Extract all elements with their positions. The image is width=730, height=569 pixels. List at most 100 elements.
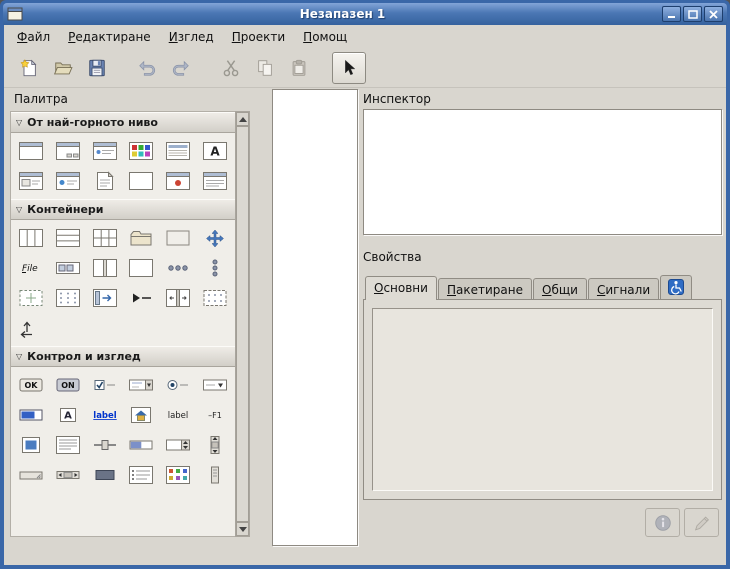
maximize-button[interactable] (683, 6, 702, 22)
palette-item-scrolled-window[interactable] (196, 223, 233, 253)
menu-edit[interactable]: Редактиране (59, 27, 160, 47)
palette-item-vseparator[interactable] (196, 460, 233, 490)
palette-item-image[interactable] (13, 430, 50, 460)
palette-item-progress-bar[interactable] (123, 430, 160, 460)
tab-general[interactable]: Основни (365, 276, 437, 300)
palette-item-accel-label[interactable]: A (50, 400, 87, 430)
palette-item-input-dialog[interactable] (13, 166, 50, 196)
palette-item-check-button[interactable] (86, 370, 123, 400)
palette-item-recent-chooser-dialog[interactable] (86, 166, 123, 196)
palette-item-frame[interactable] (160, 223, 197, 253)
palette-item-menu-bar[interactable]: File (13, 253, 50, 283)
palette-item-spin-button[interactable] (160, 430, 197, 460)
palette-item-message-dialog[interactable] (50, 166, 87, 196)
palette-item-vscrollbar[interactable] (196, 430, 233, 460)
palette-item-hscrollbar[interactable] (50, 460, 87, 490)
palette-item-handle-box[interactable] (86, 283, 123, 313)
palette-item-text-view[interactable] (50, 430, 87, 460)
palette-item-file-chooser-dialog[interactable] (160, 136, 197, 166)
palette-item-aspect-frame[interactable] (123, 253, 160, 283)
palette-item-window[interactable] (13, 136, 50, 166)
palette-item-offscreen-window[interactable] (160, 166, 197, 196)
palette-title: Палитра (14, 92, 68, 106)
inspector-view[interactable] (363, 109, 722, 235)
scrollbar-thumb[interactable] (236, 126, 249, 522)
app-window: Незапазен 1 ФайлРедактиранеИзгледПроекти… (0, 0, 730, 569)
palette-item-entry[interactable] (13, 400, 50, 430)
palette-item-icon-view[interactable] (50, 283, 87, 313)
open-button[interactable] (46, 52, 80, 84)
palette-item-table[interactable] (86, 223, 123, 253)
tab-accessibility[interactable] (660, 275, 692, 300)
palette-item-viewport[interactable] (13, 283, 50, 313)
palette-item-window-group[interactable] (196, 166, 233, 196)
palette-item-expander[interactable] (123, 283, 160, 313)
save-button[interactable] (80, 52, 114, 84)
palette-item-color-palette[interactable] (160, 460, 197, 490)
palette-item-fixed[interactable] (13, 313, 50, 343)
palette-item-color-selection-dialog[interactable] (123, 136, 160, 166)
window-menu-icon[interactable] (7, 6, 23, 22)
redo-button (164, 52, 198, 84)
hbox-icon (55, 228, 81, 248)
menu-help[interactable]: Помощ (294, 27, 356, 47)
new-button[interactable] (12, 52, 46, 84)
palette-item-vpaned[interactable] (160, 283, 197, 313)
palette-item-statusbar[interactable] (13, 460, 50, 490)
palette-item-menu-widget[interactable] (123, 460, 160, 490)
palette-item-label[interactable]: label (160, 400, 197, 430)
window-group-icon (202, 171, 228, 191)
palette-scrollbar[interactable] (235, 111, 250, 537)
vbutton-box-icon (202, 258, 228, 278)
menu-view[interactable]: Изглед (160, 27, 223, 47)
tab-packing[interactable]: Пакетиране (438, 278, 532, 300)
scroll-up-button[interactable] (236, 112, 249, 126)
palette-item-toolbar-widget[interactable] (50, 253, 87, 283)
color-palette-icon (165, 465, 191, 485)
palette-item-vbutton-box[interactable] (196, 253, 233, 283)
menu-projects[interactable]: Проекти (223, 27, 294, 47)
palette-item-dialog[interactable] (50, 136, 87, 166)
palette-section-header[interactable]: ▽Контрол и изглед (11, 346, 235, 367)
palette-item-button[interactable]: OK (13, 370, 50, 400)
input-dialog-icon (18, 171, 44, 191)
palette-item-font-selection-dialog[interactable]: A (196, 136, 233, 166)
titlebar[interactable]: Незапазен 1 (3, 3, 727, 25)
palette-item-about-dialog[interactable] (86, 136, 123, 166)
palette-item-link-button[interactable]: label (86, 400, 123, 430)
palette-item-drawing-area[interactable] (86, 460, 123, 490)
palette-item-vbox[interactable] (13, 223, 50, 253)
font-selection-dialog-icon: A (202, 141, 228, 161)
properties-panel[interactable] (372, 308, 713, 491)
menu-file[interactable]: Файл (8, 27, 59, 47)
svg-text:OK: OK (25, 381, 39, 390)
palette-item-hbox[interactable] (50, 223, 87, 253)
palette-section-header[interactable]: ▽Контейнери (11, 199, 235, 220)
palette-item-combo-box-entry[interactable] (123, 370, 160, 400)
combo-box-entry-icon (128, 375, 154, 395)
documentation-icon (653, 513, 673, 533)
palette-item-notebook[interactable] (123, 223, 160, 253)
close-button[interactable] (704, 6, 723, 22)
tab-signals[interactable]: Сигнали (588, 278, 659, 300)
minimize-button[interactable] (662, 6, 681, 22)
palette-item-layout[interactable] (196, 283, 233, 313)
scroll-down-button[interactable] (236, 522, 249, 536)
palette-item-combo-box[interactable] (196, 370, 233, 400)
palette-item-toggle-button[interactable]: ON (50, 370, 87, 400)
drawing-area-icon (92, 465, 118, 485)
palette-item-accelerator[interactable]: –F1 (196, 400, 233, 430)
svg-text:A: A (210, 145, 220, 159)
palette-section-header[interactable]: ▽От най-горното ниво (11, 112, 235, 133)
palette-item-font-button[interactable] (123, 400, 160, 430)
palette-item-hpaned[interactable] (86, 253, 123, 283)
design-canvas[interactable] (272, 89, 358, 546)
palette-item-radio-button[interactable] (160, 370, 197, 400)
toolbar-separator (198, 52, 214, 84)
tab-common[interactable]: Общи (533, 278, 587, 300)
palette-item-hbutton-box[interactable] (160, 253, 197, 283)
selector-button[interactable] (332, 52, 366, 84)
palette-item-hscale[interactable] (86, 430, 123, 460)
table-icon (92, 228, 118, 248)
palette-item-assistant[interactable] (123, 166, 160, 196)
